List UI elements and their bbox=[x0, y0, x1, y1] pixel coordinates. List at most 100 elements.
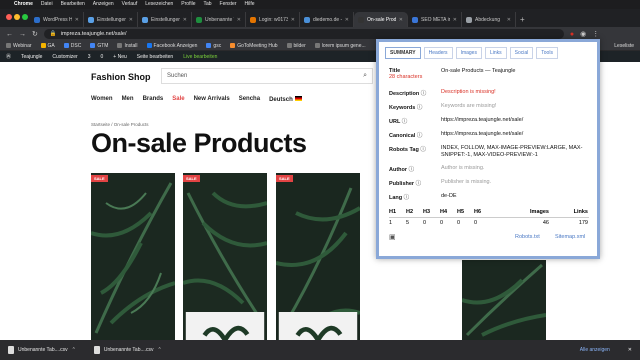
wp-updates[interactable]: 3 bbox=[88, 54, 91, 60]
menu-anzeigen[interactable]: Anzeigen bbox=[93, 0, 114, 9]
info-icon: ⓘ bbox=[415, 181, 422, 187]
menu-verlauf[interactable]: Verlauf bbox=[122, 0, 138, 9]
nav-men[interactable]: Men bbox=[122, 96, 134, 103]
menu-bearbeiten[interactable]: Bearbeiten bbox=[61, 0, 85, 9]
menu-tab[interactable]: Tab bbox=[203, 0, 211, 9]
download-item[interactable]: Unbenannte Tab....csv ⌃ bbox=[93, 346, 162, 354]
bookmark-item[interactable]: DSC bbox=[63, 43, 81, 49]
close-tab-icon[interactable]: ✕ bbox=[345, 17, 349, 23]
bookmark-item[interactable]: GoToMeeting Hub bbox=[230, 43, 278, 49]
browser-tab[interactable]: SEO META in 1 Cl✕ bbox=[408, 12, 462, 27]
tab-title: Abdeckung bbox=[475, 16, 501, 23]
url-value[interactable]: https://impreza.teajungle.net/sale/ bbox=[441, 117, 593, 125]
menu-profile[interactable]: Profile bbox=[181, 0, 195, 9]
bookmark-item[interactable]: Webinar bbox=[6, 43, 32, 49]
csv-file-icon bbox=[93, 346, 100, 354]
show-all-downloads[interactable]: Alle anzeigen bbox=[580, 347, 610, 353]
address-bar[interactable]: 🔒 impreza.teajungle.net/sale/ bbox=[43, 29, 564, 39]
new-tab-icon[interactable]: + bbox=[520, 15, 525, 24]
wordpress-icon[interactable]: Ⓦ bbox=[6, 53, 11, 60]
wp-edit-page[interactable]: Seite bearbeiten bbox=[137, 54, 173, 60]
close-tab-icon[interactable]: ✕ bbox=[507, 17, 511, 23]
site-search-input[interactable]: Suchen ⌕ bbox=[161, 68, 373, 84]
product-card[interactable]: SALE bbox=[276, 173, 360, 340]
zoom-window-icon[interactable] bbox=[22, 14, 28, 20]
tab-tools[interactable]: Tools bbox=[536, 47, 558, 59]
tab-headers[interactable]: Headers bbox=[423, 47, 453, 59]
nav-sencha[interactable]: Sencha bbox=[239, 96, 260, 103]
bookmark-item[interactable]: GA bbox=[40, 43, 55, 49]
bookmark-item[interactable]: Facebook Anzeigen bbox=[146, 43, 197, 49]
close-tab-icon[interactable]: ✕ bbox=[75, 17, 79, 23]
bookmark-item[interactable]: Install bbox=[117, 43, 138, 49]
close-tab-icon[interactable]: ✕ bbox=[183, 17, 187, 23]
tab-favicon-icon bbox=[196, 16, 202, 23]
tab-social[interactable]: Social bbox=[509, 47, 534, 59]
nav-brands[interactable]: Brands bbox=[143, 96, 164, 103]
chevron-up-icon[interactable]: ⌃ bbox=[158, 347, 162, 353]
wp-site-name[interactable]: Teajungle bbox=[21, 54, 42, 60]
wp-comments[interactable]: 0 bbox=[101, 54, 104, 60]
canonical-value[interactable]: https://impreza.teajungle.net/sale/ bbox=[441, 131, 593, 139]
back-icon[interactable]: ← bbox=[6, 31, 13, 38]
menu-fenster[interactable]: Fenster bbox=[220, 0, 237, 9]
product-card[interactable]: SALE bbox=[91, 173, 175, 340]
product-card[interactable] bbox=[462, 260, 546, 340]
reload-icon[interactable]: ↻ bbox=[32, 30, 38, 38]
browser-tab[interactable]: WordPress Hostin✕ bbox=[30, 12, 84, 27]
bookmark-item[interactable]: bilder bbox=[286, 43, 306, 49]
wp-new[interactable]: + Neu bbox=[113, 54, 126, 60]
menu-lesezeichen[interactable]: Lesezeichen bbox=[145, 0, 173, 9]
close-tab-icon[interactable]: ✕ bbox=[129, 17, 133, 23]
reading-list[interactable]: Leseliste bbox=[614, 43, 634, 49]
bookmark-item[interactable]: gsc bbox=[206, 43, 221, 49]
menu-hilfe[interactable]: Hilfe bbox=[245, 0, 255, 9]
browser-tab[interactable]: Einstellungen BC✕ bbox=[84, 12, 138, 27]
table-divider bbox=[389, 217, 589, 218]
extension-icon[interactable]: ● bbox=[570, 31, 574, 38]
tab-images[interactable]: Images bbox=[455, 47, 482, 59]
h2-count: 5 bbox=[406, 219, 410, 226]
tab-links[interactable]: Links bbox=[484, 47, 507, 59]
info-icon: ⓘ bbox=[403, 195, 410, 201]
menu-datei[interactable]: Datei bbox=[41, 0, 53, 9]
product-card[interactable]: SALE bbox=[183, 173, 267, 340]
close-window-icon[interactable] bbox=[6, 14, 12, 20]
nav-new-arrivals[interactable]: New Arrivals bbox=[194, 96, 230, 103]
chevron-up-icon[interactable]: ⌃ bbox=[72, 347, 76, 353]
seo-row-lang: Lang ⓘ de-DE bbox=[389, 193, 593, 201]
nav-language[interactable]: Deutsch bbox=[269, 96, 302, 103]
wp-live-edit[interactable]: Live bearbeiten bbox=[183, 54, 217, 60]
browser-tab[interactable]: Einstellungen BC✕ bbox=[138, 12, 192, 27]
robots-txt-link[interactable]: Robots.txt bbox=[515, 234, 540, 240]
close-tab-icon[interactable]: ✕ bbox=[453, 17, 457, 23]
browser-tab[interactable]: Login: w01730a✕ bbox=[246, 12, 300, 27]
bookmark-item[interactable]: lorem ipsum gene... bbox=[314, 43, 366, 49]
menu-chrome[interactable]: Chrome bbox=[14, 0, 33, 9]
browser-tab[interactable]: diedemo.de - Ju✕ bbox=[300, 12, 354, 27]
nav-sale[interactable]: Sale bbox=[172, 96, 184, 103]
close-tab-icon[interactable]: ✕ bbox=[237, 17, 241, 23]
tab-summary[interactable]: SUMMARY bbox=[385, 47, 421, 59]
nav-women[interactable]: Women bbox=[91, 96, 113, 103]
forward-icon[interactable]: → bbox=[19, 31, 26, 38]
bookmark-item[interactable]: GTM bbox=[90, 43, 108, 49]
wp-customizer[interactable]: Customizer bbox=[52, 54, 77, 60]
seo-tabs: SUMMARY Headers Images Links Social Tool… bbox=[385, 47, 558, 59]
tab-favicon-icon bbox=[466, 16, 472, 23]
site-logo[interactable]: Fashion Shop bbox=[91, 72, 151, 82]
profile-avatar[interactable]: ◉ bbox=[580, 30, 586, 38]
browser-tab[interactable]: On-sale Produkts✕ bbox=[354, 12, 408, 27]
lang-value: de-DE bbox=[441, 193, 457, 199]
browser-tab[interactable]: Unbenannte Tab✕ bbox=[192, 12, 246, 27]
sitemap-xml-link[interactable]: Sitemap.xml bbox=[555, 234, 585, 240]
close-tab-icon[interactable]: ✕ bbox=[291, 17, 295, 23]
close-tab-icon[interactable]: ✕ bbox=[399, 17, 403, 23]
minimize-window-icon[interactable] bbox=[14, 14, 20, 20]
browser-tab[interactable]: Abdeckung ✕ bbox=[462, 12, 516, 27]
search-icon[interactable]: ⌕ bbox=[363, 72, 367, 80]
download-item[interactable]: Unbenannte Tab....csv ⌃ bbox=[8, 346, 76, 354]
h5-count: 0 bbox=[457, 219, 461, 226]
browser-menu-icon[interactable]: ⋮ bbox=[592, 30, 599, 38]
close-icon[interactable]: ✕ bbox=[628, 347, 632, 353]
